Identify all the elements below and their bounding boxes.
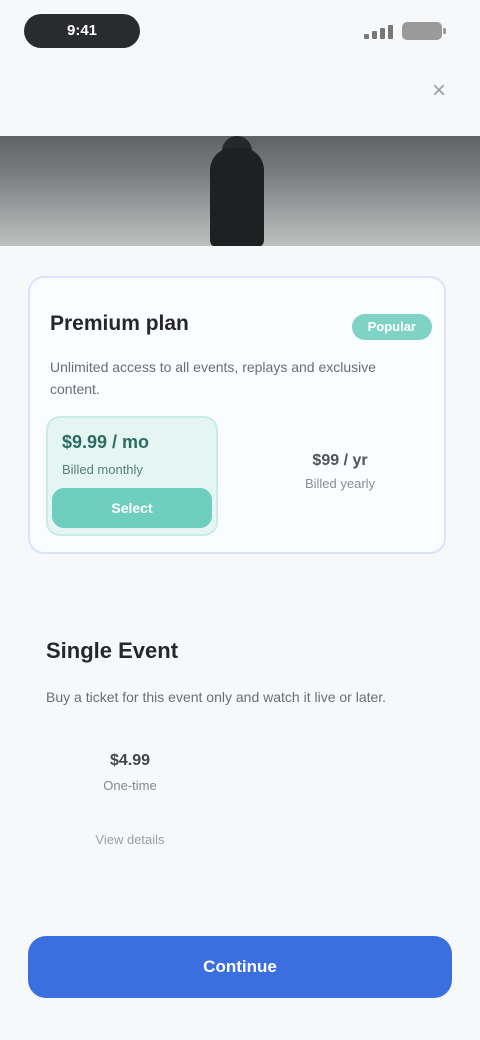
premium-description: Unlimited access to all events, replays … — [50, 359, 377, 397]
single-event-description: Buy a ticket for this event only and wat… — [46, 689, 387, 705]
status-time-pill: 9:41 — [24, 14, 140, 48]
single-event-title: Single Event — [46, 638, 179, 663]
status-time: 9:41 — [66, 22, 98, 39]
single-event-section: Single Event Buy a ticket for this event… — [0, 600, 480, 900]
plan-option-yearly[interactable]: $99 / yr Billed yearly — [254, 416, 426, 536]
status-bar: 9:41 — [0, 0, 480, 64]
premium-badge: Popular — [351, 314, 432, 340]
close-icon: × — [431, 77, 446, 104]
single-event-link[interactable]: View details — [46, 832, 214, 847]
single-event-price[interactable]: $4.99 — [46, 752, 214, 770]
plan-period: Billed monthly — [62, 462, 143, 477]
plan-option-monthly[interactable]: $9.99 / mo Billed monthly Select — [46, 416, 218, 536]
close-button[interactable]: × — [424, 76, 454, 106]
hero-person-body — [210, 148, 264, 246]
plan-select-button[interactable]: Select — [52, 488, 212, 528]
continue-button[interactable]: Continue — [28, 936, 452, 998]
single-event-period: One-time — [103, 778, 157, 793]
plan-price: $9.99 / mo — [62, 432, 150, 452]
plan-price: $99 / yr — [312, 452, 368, 469]
battery-icon — [402, 22, 446, 40]
plan-period: Billed yearly — [304, 476, 376, 491]
premium-title: Premium plan — [50, 312, 189, 335]
signal-icon — [364, 23, 394, 39]
premium-plan-card[interactable]: Premium plan Popular Unlimited access to… — [28, 276, 446, 554]
status-icons — [364, 20, 446, 42]
hero-image — [0, 136, 480, 246]
